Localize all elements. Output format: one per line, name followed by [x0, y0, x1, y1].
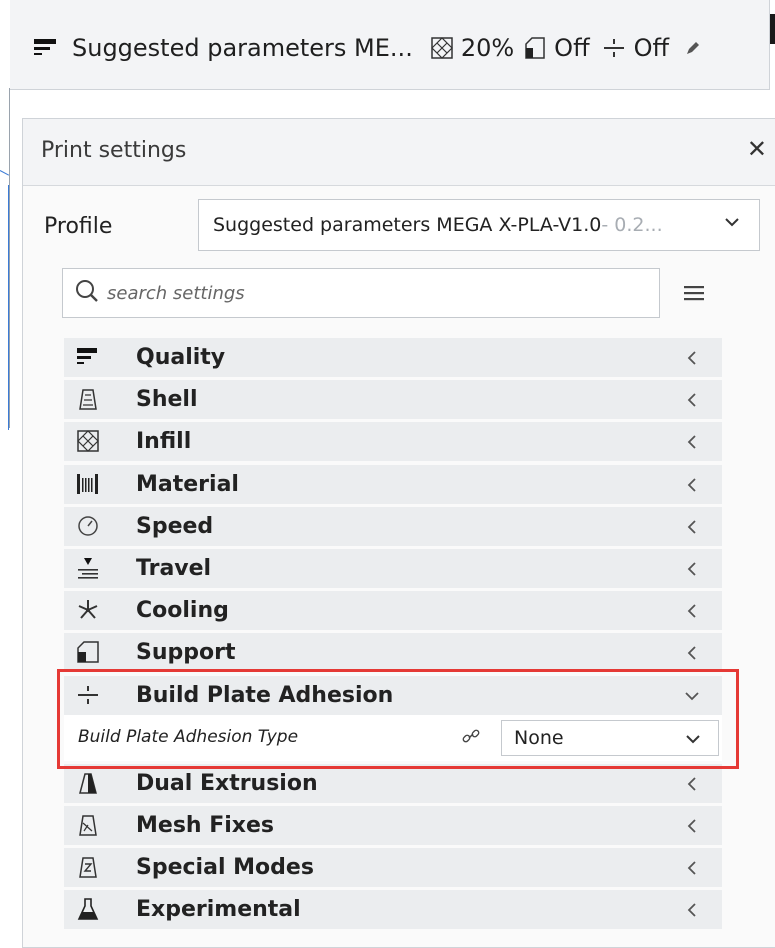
settings-menu-icon[interactable]: [684, 284, 704, 302]
category-label: Infill: [136, 429, 192, 455]
profile-selected-value: Suggested parameters MEGA X-PLA-V1.0: [213, 214, 602, 236]
category-experimental[interactable]: Experimental: [64, 890, 722, 930]
left-edge-line: [9, 88, 10, 428]
speed-icon: [76, 514, 100, 538]
category-special-modes[interactable]: Special Modes: [64, 848, 722, 888]
category-label: Special Modes: [136, 855, 314, 881]
category-shell[interactable]: Shell: [64, 380, 722, 420]
profile-selected-suffix: - 0.2...: [601, 214, 663, 236]
category-label: Material: [136, 471, 239, 497]
chevron-left-icon: [686, 902, 698, 922]
profile-dropdown[interactable]: Suggested parameters MEGA X-PLA-V1.0 - 0…: [198, 199, 760, 251]
category-mesh-fixes[interactable]: Mesh Fixes: [64, 805, 722, 845]
adhesion-icon: [76, 683, 100, 707]
chevron-left-icon: [686, 392, 698, 412]
panel-header: Print settings ✕: [23, 119, 775, 186]
quality-icon: [34, 37, 58, 59]
chevron-left-icon: [686, 561, 698, 581]
profile-name-summary: Suggested parameters ME...: [72, 34, 413, 62]
chevron-left-icon: [686, 434, 698, 454]
chevron-down-icon: [684, 730, 702, 753]
settings-category-list: Quality Shell Infill Material Speed Trav…: [64, 338, 722, 932]
link-icon[interactable]: [462, 727, 480, 749]
special-modes-icon: [76, 855, 100, 879]
close-icon[interactable]: ✕: [747, 135, 767, 163]
chevron-left-icon: [686, 519, 698, 539]
category-quality[interactable]: Quality: [64, 338, 722, 377]
viewport-blue-line: [8, 185, 9, 430]
adhesion-type-value: None: [514, 727, 564, 749]
category-build-plate-adhesion[interactable]: Build Plate Adhesion: [64, 675, 722, 715]
dual-extrusion-icon: [76, 771, 100, 795]
category-speed[interactable]: Speed: [64, 506, 722, 546]
category-label: Travel: [136, 555, 212, 581]
infill-summary-value: 20%: [460, 34, 515, 62]
category-infill[interactable]: Infill: [64, 422, 722, 462]
shell-icon: [76, 387, 100, 411]
setting-build-plate-adhesion-type: Build Plate Adhesion Type None: [64, 715, 722, 761]
topbar-edge-marker: [770, 14, 775, 44]
category-support[interactable]: Support: [64, 633, 722, 673]
search-icon: [75, 279, 99, 307]
mesh-fixes-icon: [76, 813, 100, 837]
chevron-down-icon: [723, 213, 741, 236]
adhesion-summary-value: Off: [633, 34, 670, 62]
panel-title: Print settings: [41, 138, 187, 163]
experimental-icon: [76, 897, 100, 921]
category-travel[interactable]: Travel: [64, 548, 722, 588]
search-input[interactable]: [105, 281, 629, 305]
infill-icon: [430, 37, 453, 59]
support-summary-value: Off: [554, 34, 590, 62]
support-icon: [76, 640, 100, 664]
chevron-left-icon: [686, 776, 698, 796]
category-label: Speed: [136, 513, 214, 539]
quality-icon: [76, 345, 100, 369]
travel-icon: [76, 556, 100, 580]
category-label: Support: [136, 640, 236, 666]
category-label: Quality: [136, 345, 226, 370]
chevron-left-icon: [686, 818, 698, 838]
viewport-blue-tick: [0, 170, 10, 176]
print-setup-summary-bar[interactable]: Suggested parameters ME... 20% Off Off: [10, 0, 770, 90]
chevron-left-icon: [686, 860, 698, 880]
category-label: Build Plate Adhesion: [136, 682, 394, 708]
chevron-left-icon: [686, 603, 698, 623]
category-label: Experimental: [136, 897, 301, 923]
category-dual-extrusion[interactable]: Dual Extrusion: [64, 763, 722, 803]
infill-icon: [76, 429, 100, 453]
chevron-down-icon: [684, 688, 700, 707]
search-box[interactable]: [62, 268, 660, 318]
profile-label: Profile: [44, 214, 113, 239]
category-label: Shell: [136, 387, 198, 413]
chevron-left-icon: [686, 350, 698, 370]
chevron-left-icon: [686, 645, 698, 665]
support-icon: [524, 36, 546, 60]
material-icon: [76, 472, 100, 496]
adhesion-icon: [603, 38, 624, 58]
category-cooling[interactable]: Cooling: [64, 591, 722, 631]
cooling-icon: [76, 598, 100, 622]
setting-label: Build Plate Adhesion Type: [78, 727, 299, 747]
pencil-icon[interactable]: [685, 40, 701, 56]
category-label: Mesh Fixes: [136, 812, 275, 838]
chevron-left-icon: [686, 477, 698, 497]
category-label: Cooling: [136, 598, 229, 624]
category-label: Dual Extrusion: [136, 770, 318, 796]
category-material[interactable]: Material: [64, 464, 722, 504]
adhesion-type-dropdown[interactable]: None: [501, 720, 719, 756]
